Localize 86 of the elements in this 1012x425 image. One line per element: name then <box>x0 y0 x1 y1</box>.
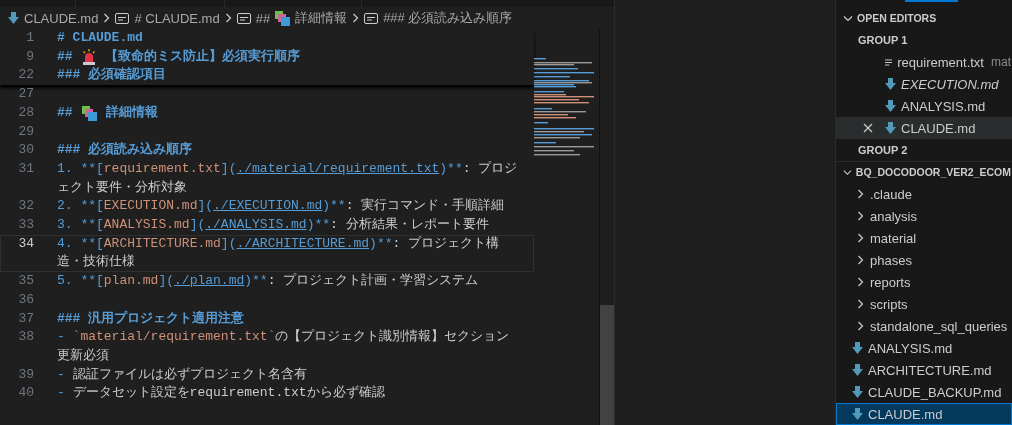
folder-item[interactable]: analysis <box>836 205 1012 227</box>
breadcrumb-item[interactable]: ### 必須読み込み順序 <box>383 9 513 27</box>
file-name: EXECUTION.md <box>901 76 999 92</box>
down-arrow-icon <box>885 122 896 134</box>
code-line: 3. **[ANALYSIS.md](./ANALYSIS.md)**: 分析結果・レポート要件 <box>57 216 490 235</box>
symbol-icon <box>115 12 130 24</box>
file-name: requirement.txt <box>897 54 984 70</box>
heading-line: ### 汎用プロジェクト適用注意 <box>57 309 246 328</box>
code-line: 2. **[EXECUTION.md](./EXECUTION.md)**: 実行コマンド・手順詳細 <box>57 197 506 216</box>
file-item[interactable]: ANALYSIS.md <box>836 337 1012 359</box>
line-number: 40 <box>17 384 34 403</box>
folder-item[interactable]: material <box>836 227 1012 249</box>
squares-icon <box>81 105 97 121</box>
folder-item[interactable]: phases <box>836 249 1012 271</box>
folder-item[interactable]: .claude <box>836 183 1012 205</box>
down-arrow-icon <box>852 386 863 398</box>
file-item[interactable]: CLAUDE.md <box>836 403 1012 425</box>
line-number: 35 <box>17 272 34 291</box>
symbol-icon <box>236 12 251 24</box>
breadcrumb-item[interactable]: 詳細情報 <box>295 9 348 27</box>
heading-line: # CLAUDE.md <box>57 29 144 47</box>
open-editor-item[interactable]: requirement.txt mat <box>836 51 1012 73</box>
down-arrow-icon <box>8 12 19 24</box>
code-line: - `material/requirement.txt`の【プロジェクト識別情報】セクション更新必須 <box>57 328 511 365</box>
squares-icon <box>275 10 291 26</box>
code-line: 1. **[requirement.txt](./material/requirement.txt)**: プロジェクト要件・分析対象 <box>57 159 519 197</box>
chevron-icon[interactable] <box>843 14 853 22</box>
code-line: - 認証ファイルは必ずプロジェクト名含有 <box>57 365 308 384</box>
line-number: 36 <box>17 290 34 309</box>
chevron-icon <box>224 13 232 23</box>
folder-item[interactable]: standalone_sql_queries <box>836 315 1012 337</box>
heading-line: ### 必須確認項目 <box>57 66 168 85</box>
active-tab-indicator <box>905 0 958 2</box>
group-label: GROUP 1 <box>858 34 908 46</box>
line-number: 32 <box>17 197 34 216</box>
down-arrow-icon <box>852 342 863 354</box>
folder-item[interactable]: reports <box>836 271 1012 293</box>
line-number: 1 <box>25 29 34 47</box>
folder-item[interactable]: scripts <box>836 293 1012 315</box>
siren-icon <box>81 49 96 66</box>
breadcrumb-item[interactable]: # CLAUDE.md <box>134 10 220 26</box>
chevron-icon <box>352 13 360 23</box>
chevron-icon[interactable] <box>843 168 852 176</box>
code-line: 4. **[ARCHITECTURE.md](./ARCHITECTURE.md)**: プロジェクト構造・技術仕様 <box>57 234 501 272</box>
line-number: 38 <box>17 328 34 347</box>
heading-marker: ## <box>255 10 271 26</box>
code-line: 5. **[plan.md](./plan.md)**: プロジェクト計画・学習システム <box>57 272 480 291</box>
section-header[interactable]: BQ_DOCODOOR_VER2_ECOM <box>855 166 1011 178</box>
down-arrow-icon <box>885 78 896 90</box>
line-number: 39 <box>17 365 34 384</box>
line-number: 37 <box>17 309 34 328</box>
group-label: GROUP 2 <box>858 144 908 156</box>
symbol-icon <box>364 12 379 24</box>
file-name: CLAUDE.md <box>901 120 976 136</box>
section-header[interactable]: OPEN EDITORS <box>857 12 937 24</box>
down-arrow-icon <box>852 408 863 420</box>
line-number: 9 <box>25 47 34 66</box>
breadcrumb-item[interactable]: CLAUDE.md <box>24 10 99 26</box>
heading-marker: ## <box>57 103 73 122</box>
file-name: ANALYSIS.md <box>901 98 986 114</box>
down-arrow-icon <box>852 364 863 376</box>
open-editor-item[interactable]: CLAUDE.md <box>836 117 1012 139</box>
line-number: 30 <box>17 141 34 160</box>
code-line: - データセット設定をrequirement.txtから必ず確認 <box>57 384 386 403</box>
open-editor-item[interactable]: ANALYSIS.md <box>836 95 1012 117</box>
line-number: 34 <box>17 234 34 253</box>
line-number: 31 <box>17 159 34 178</box>
line-number: 27 <box>17 85 34 104</box>
line-number: 22 <box>17 66 34 85</box>
line-number: 29 <box>17 122 34 141</box>
file-item[interactable]: CLAUDE_BACKUP.md <box>836 381 1012 403</box>
heading-line: ### 必須読み込み順序 <box>57 141 194 160</box>
line-number: 33 <box>17 216 34 235</box>
file-path: mat <box>991 55 1011 69</box>
heading-text: 【致命的ミス防止】必須実行順序 <box>104 47 300 66</box>
file-item[interactable]: ARCHITECTURE.md <box>836 359 1012 381</box>
minimap-drawing[interactable] <box>534 58 597 158</box>
heading-marker: ## <box>57 47 73 66</box>
heading-text: 詳細情報 <box>105 103 158 122</box>
open-editor-item[interactable]: EXECUTION.md <box>836 73 1012 95</box>
line-number: 28 <box>17 103 34 122</box>
close-icon[interactable] <box>863 123 873 133</box>
lines-icon <box>885 57 893 67</box>
chevron-icon <box>103 13 111 23</box>
down-arrow-icon <box>885 100 896 112</box>
scrollbar-thumb[interactable] <box>600 305 614 425</box>
